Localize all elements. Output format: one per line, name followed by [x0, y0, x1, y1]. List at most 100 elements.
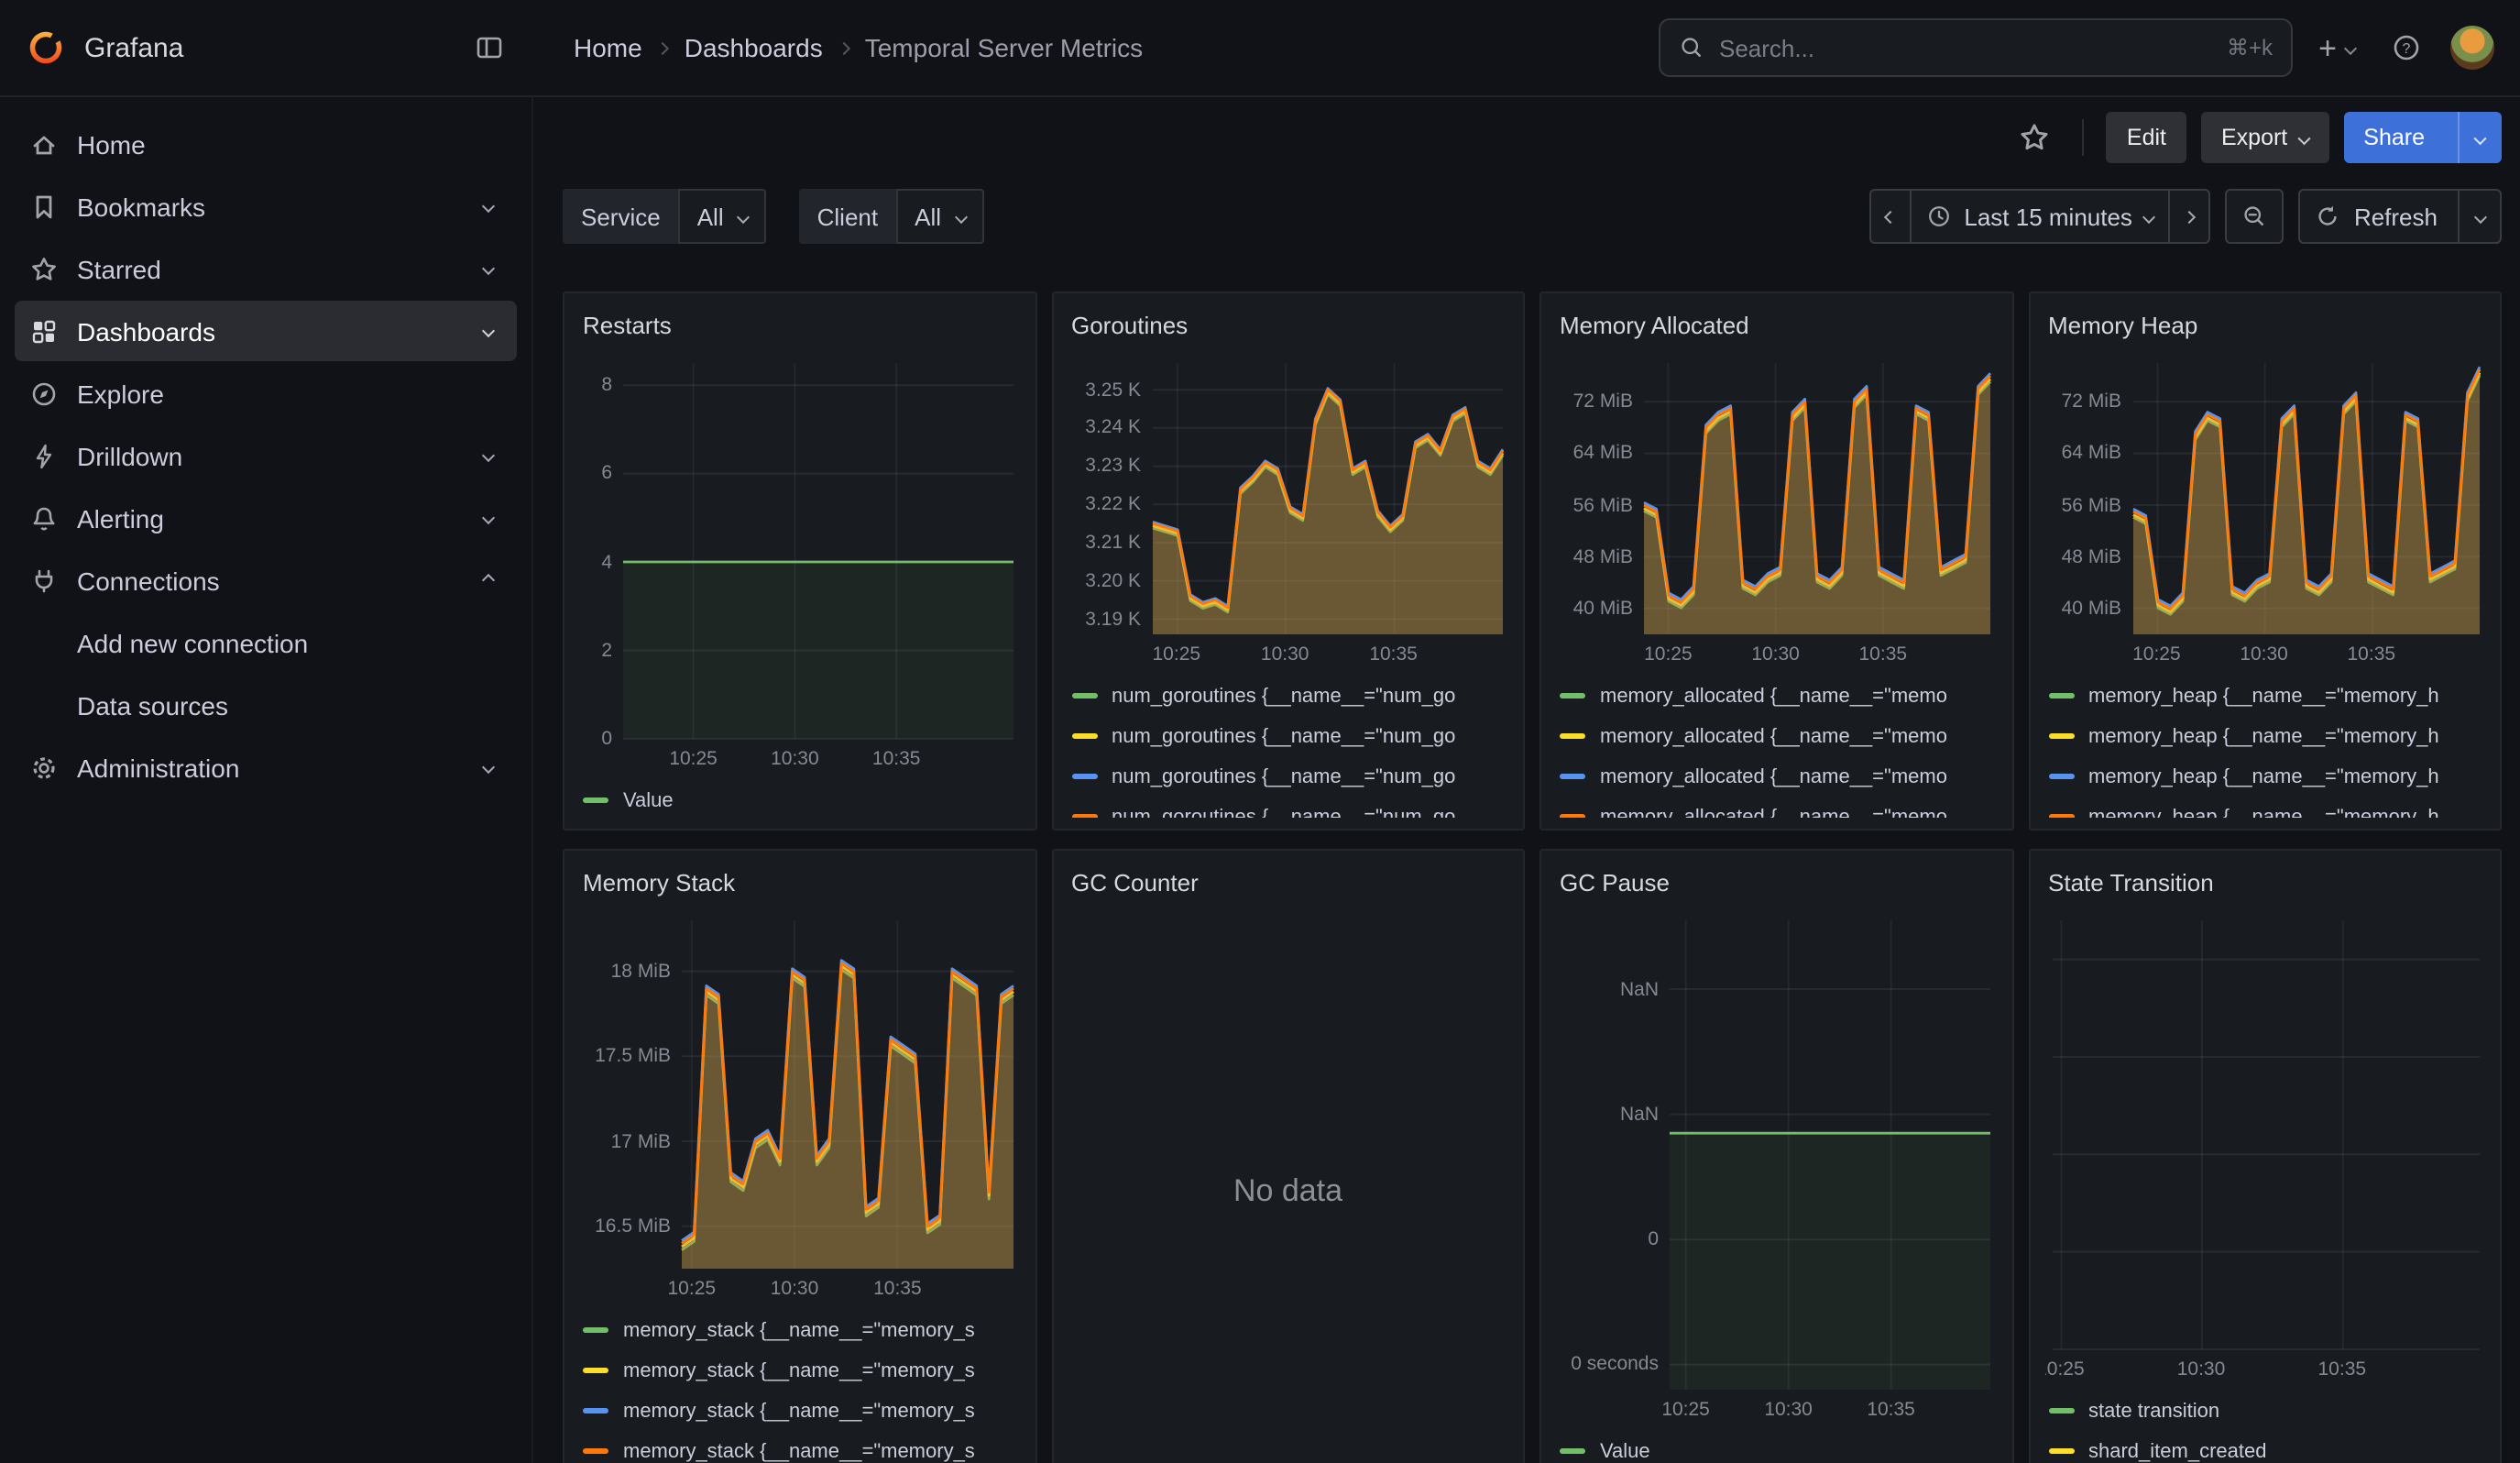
legend-item[interactable]: memory_heap {__name__="memory_h: [2048, 678, 2482, 713]
help-button[interactable]: ?: [2381, 22, 2432, 73]
service-filter-value[interactable]: All: [679, 189, 766, 244]
x-tick-label: 10:25: [668, 1278, 717, 1300]
panel-title[interactable]: Memory Stack: [579, 862, 1020, 906]
y-tick-label: 64 MiB: [2044, 443, 2121, 467]
y-tick-label: 17.5 MiB: [579, 1045, 671, 1069]
chart-area[interactable]: 40 MiB48 MiB56 MiB64 MiB72 MiB: [2044, 356, 2485, 638]
legend-item[interactable]: memory_allocated {__name__="memo: [1560, 759, 1993, 794]
sidebar-item-dashboards[interactable]: Dashboards: [15, 301, 517, 361]
y-tick-label: 56 MiB: [1556, 494, 1633, 518]
grid-icon: [29, 316, 59, 346]
y-tick-label: 40 MiB: [2044, 598, 2121, 622]
sidebar-item-label: Explore: [77, 379, 164, 408]
panel-title[interactable]: Goroutines: [1068, 304, 1508, 348]
panel-title[interactable]: State Transition: [2044, 862, 2485, 906]
series-swatch: [1560, 1448, 1585, 1454]
legend-item[interactable]: num_goroutines {__name__="num_go: [1071, 759, 1505, 794]
sidebar-item-add-new-connection[interactable]: Add new connection: [15, 612, 517, 673]
legend-item[interactable]: Value: [1560, 1434, 1993, 1463]
sidebar-item-label: Starred: [77, 254, 161, 283]
chart-area[interactable]: 0 seconds0NaNNaN: [1556, 913, 1997, 1393]
sidebar-item-bookmarks[interactable]: Bookmarks: [15, 176, 517, 236]
chart-area[interactable]: 02468: [579, 356, 1020, 742]
legend-item[interactable]: memory_heap {__name__="memory_h: [2048, 719, 2482, 754]
favorite-star-button[interactable]: [2010, 112, 2061, 163]
legend-item[interactable]: memory_allocated {__name__="memo: [1560, 678, 1993, 713]
legend-item[interactable]: memory_allocated {__name__="memo: [1560, 719, 1993, 754]
legend-item[interactable]: state transition: [2048, 1393, 2482, 1428]
share-label[interactable]: Share: [2343, 112, 2445, 163]
legend-label: num_goroutines {__name__="num_go: [1112, 685, 1455, 707]
panel-title[interactable]: GC Pause: [1556, 862, 1997, 906]
refresh-icon: [2316, 204, 2341, 229]
breadcrumb-dashboards[interactable]: Dashboards: [685, 33, 823, 62]
legend-label: memory_stack {__name__="memory_s: [623, 1319, 975, 1341]
x-tick-label: 10:25: [669, 748, 718, 770]
legend-item[interactable]: memory_heap {__name__="memory_h: [2048, 759, 2482, 794]
user-avatar[interactable]: [2450, 26, 2494, 70]
series-swatch: [1560, 733, 1585, 739]
top-navbar: Grafana Home Dashboards Temporal Server …: [0, 0, 2520, 97]
client-filter-selected: All: [915, 203, 941, 230]
sidebar-item-home[interactable]: Home: [15, 114, 517, 174]
legend-item[interactable]: memory_stack {__name__="memory_s: [583, 1313, 1016, 1348]
series-swatch: [1560, 814, 1585, 818]
add-new-button[interactable]: +: [2311, 22, 2362, 73]
time-forward-button[interactable]: [2169, 189, 2211, 244]
refresh-button[interactable]: Refresh: [2299, 189, 2502, 244]
client-filter-value[interactable]: All: [896, 189, 983, 244]
chart-area[interactable]: 3.19 K3.20 K3.21 K3.22 K3.23 K3.24 K3.25…: [1068, 356, 1508, 638]
sidebar-item-alerting[interactable]: Alerting: [15, 488, 517, 548]
series-swatch: [1560, 693, 1585, 698]
zoom-out-button[interactable]: [2226, 189, 2284, 244]
legend-item[interactable]: num_goroutines {__name__="num_go: [1071, 719, 1505, 754]
time-range-picker[interactable]: Last 15 minutes: [1909, 189, 2171, 244]
sidebar-item-label: Add new connection: [77, 628, 308, 657]
share-button[interactable]: Share: [2343, 112, 2502, 163]
panel-title[interactable]: GC Counter: [1068, 862, 1508, 906]
chart-area[interactable]: [2044, 913, 2485, 1353]
legend-item[interactable]: num_goroutines {__name__="num_go: [1071, 799, 1505, 818]
panel-title[interactable]: Memory Allocated: [1556, 304, 1997, 348]
brand-group[interactable]: Grafana: [26, 28, 183, 68]
legend-item[interactable]: memory_allocated {__name__="memo: [1560, 799, 1993, 818]
series-swatch: [583, 798, 608, 803]
search-input[interactable]: [1719, 34, 2212, 61]
legend-item[interactable]: memory_stack {__name__="memory_s: [583, 1353, 1016, 1388]
series-swatch: [1560, 774, 1585, 779]
legend-label: memory_heap {__name__="memory_h: [2088, 685, 2439, 707]
sidebar-item-administration[interactable]: Administration: [15, 737, 517, 798]
sidebar-item-data-sources[interactable]: Data sources: [15, 675, 517, 735]
series-swatch: [2048, 814, 2074, 818]
panel-title[interactable]: Memory Heap: [2044, 304, 2485, 348]
x-tick-label: 10:25: [2132, 644, 2181, 666]
sidebar-item-explore[interactable]: Explore: [15, 363, 517, 424]
sidebar-toggle-button[interactable]: [464, 22, 515, 73]
legend-item[interactable]: shard_item_created: [2048, 1434, 2482, 1463]
legend-item[interactable]: memory_stack {__name__="memory_s: [583, 1434, 1016, 1463]
sidebar-item-connections[interactable]: Connections: [15, 550, 517, 610]
search-box[interactable]: ⌘+k: [1659, 18, 2293, 77]
legend-item[interactable]: Value: [583, 783, 1016, 818]
legend-item[interactable]: memory_heap {__name__="memory_h: [2048, 799, 2482, 818]
edit-button[interactable]: Edit: [2107, 112, 2186, 163]
chart-area[interactable]: 16.5 MiB17 MiB17.5 MiB18 MiB: [579, 913, 1020, 1272]
breadcrumb-home[interactable]: Home: [574, 33, 642, 62]
chart-area[interactable]: 40 MiB48 MiB56 MiB64 MiB72 MiB: [1556, 356, 1997, 638]
star-outline-icon: [2019, 121, 2052, 154]
time-back-button[interactable]: [1868, 189, 1911, 244]
legend-item[interactable]: memory_stack {__name__="memory_s: [583, 1393, 1016, 1428]
sidebar-item-starred[interactable]: Starred: [15, 238, 517, 299]
panel-title[interactable]: Restarts: [579, 304, 1020, 348]
share-caret-button[interactable]: [2458, 112, 2502, 163]
panel-left-icon: [475, 33, 504, 62]
time-controls: Last 15 minutes Refresh: [1868, 189, 2502, 244]
export-button[interactable]: Export: [2201, 112, 2328, 163]
plug-icon: [29, 566, 59, 595]
series-swatch: [2048, 774, 2074, 779]
legend-item[interactable]: num_goroutines {__name__="num_go: [1071, 678, 1505, 713]
client-filter-label: Client: [799, 189, 897, 244]
sidebar-nav: HomeBookmarks Starred Dashboards Explore Dri…: [0, 114, 531, 798]
sidebar-item-drilldown[interactable]: Drilldown: [15, 425, 517, 486]
breadcrumb: Home Dashboards Temporal Server Metrics: [574, 33, 1143, 62]
